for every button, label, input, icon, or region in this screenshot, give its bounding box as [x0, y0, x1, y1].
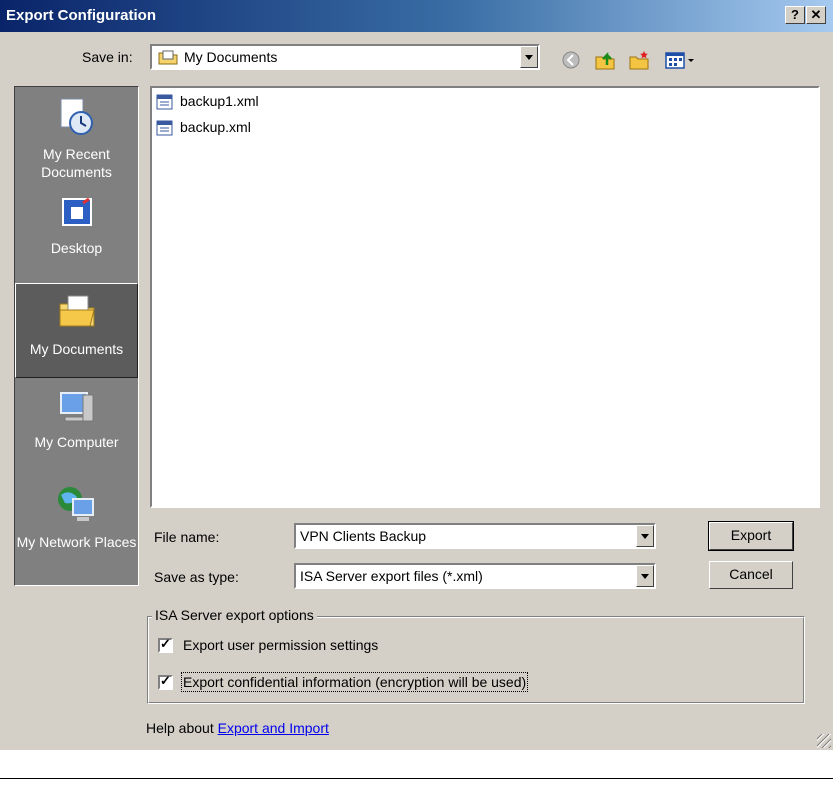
desktop-icon	[62, 197, 92, 226]
save-as-type-label: Save as type:	[154, 569, 239, 585]
place-label: Desktop	[50, 240, 103, 256]
title-bar[interactable]: Export Configuration ? ✕	[0, 0, 833, 32]
place-my-documents[interactable]: My Documents	[15, 283, 138, 378]
export-options-group	[147, 616, 805, 704]
user-permissions-checkbox[interactable]	[158, 636, 173, 653]
save-in-dropdown-button[interactable]	[520, 46, 538, 68]
help-prefix: Help about	[146, 720, 218, 736]
confidential-info-label[interactable]: Export confidential information (encrypt…	[180, 672, 529, 692]
window-title: Export Configuration	[6, 7, 156, 24]
place-label: My Network Places	[16, 534, 137, 550]
my-documents-icon	[59, 295, 95, 327]
recent-documents-icon	[60, 98, 93, 135]
xml-file-icon	[156, 94, 173, 110]
my-documents-icon	[158, 50, 178, 65]
up-one-level-icon[interactable]	[594, 49, 616, 71]
xml-file-icon	[156, 120, 173, 136]
file-name-value: VPN Clients Backup	[300, 528, 427, 544]
my-computer-icon	[60, 392, 94, 422]
help-button[interactable]: ?	[785, 6, 805, 24]
help-text: Help about Export and Import	[146, 720, 329, 736]
confidential-info-checkbox[interactable]	[158, 673, 173, 690]
file-list[interactable]: backup1.xml backup.xml	[150, 86, 820, 508]
save-in-label: Save in:	[82, 49, 133, 65]
file-name-label: File name:	[154, 529, 220, 545]
views-menu-icon[interactable]	[664, 49, 696, 71]
resize-grip[interactable]	[817, 734, 831, 748]
places-bar: My Recent Documents Desktop My Documents	[14, 86, 139, 586]
export-configuration-dialog: Export Configuration ? ✕ Save in: My Doc…	[0, 0, 833, 750]
close-button[interactable]: ✕	[806, 6, 826, 24]
user-permissions-label[interactable]: Export user permission settings	[183, 637, 378, 653]
place-my-computer[interactable]: My Computer	[15, 381, 138, 476]
place-label: My Computer	[34, 434, 119, 450]
back-icon[interactable]	[560, 49, 582, 71]
divider-line	[0, 778, 833, 779]
file-name: backup.xml	[180, 119, 251, 135]
save-as-type-dropdown-button[interactable]	[636, 565, 654, 587]
cancel-button[interactable]: Cancel	[709, 561, 793, 589]
file-name: backup1.xml	[180, 93, 259, 109]
export-button[interactable]: Export	[708, 521, 794, 551]
save-as-type-dropdown[interactable]: ISA Server export files (*.xml)	[294, 563, 656, 589]
save-in-value: My Documents	[184, 49, 278, 65]
place-my-network-places[interactable]: My Network Places	[15, 477, 138, 572]
network-places-icon	[58, 487, 94, 521]
save-in-dropdown[interactable]: My Documents	[150, 44, 540, 70]
export-options-group-label: ISA Server export options	[152, 607, 317, 623]
save-as-type-value: ISA Server export files (*.xml)	[300, 568, 483, 584]
place-my-recent-documents[interactable]: My Recent Documents	[15, 89, 138, 184]
file-name-input[interactable]: VPN Clients Backup	[294, 523, 656, 549]
help-link[interactable]: Export and Import	[218, 720, 329, 736]
place-label: My Recent Documents	[41, 146, 112, 180]
file-name-dropdown-button[interactable]	[636, 525, 654, 547]
place-desktop[interactable]: Desktop	[15, 187, 138, 282]
new-folder-icon[interactable]	[628, 49, 650, 71]
place-label: My Documents	[29, 341, 124, 357]
